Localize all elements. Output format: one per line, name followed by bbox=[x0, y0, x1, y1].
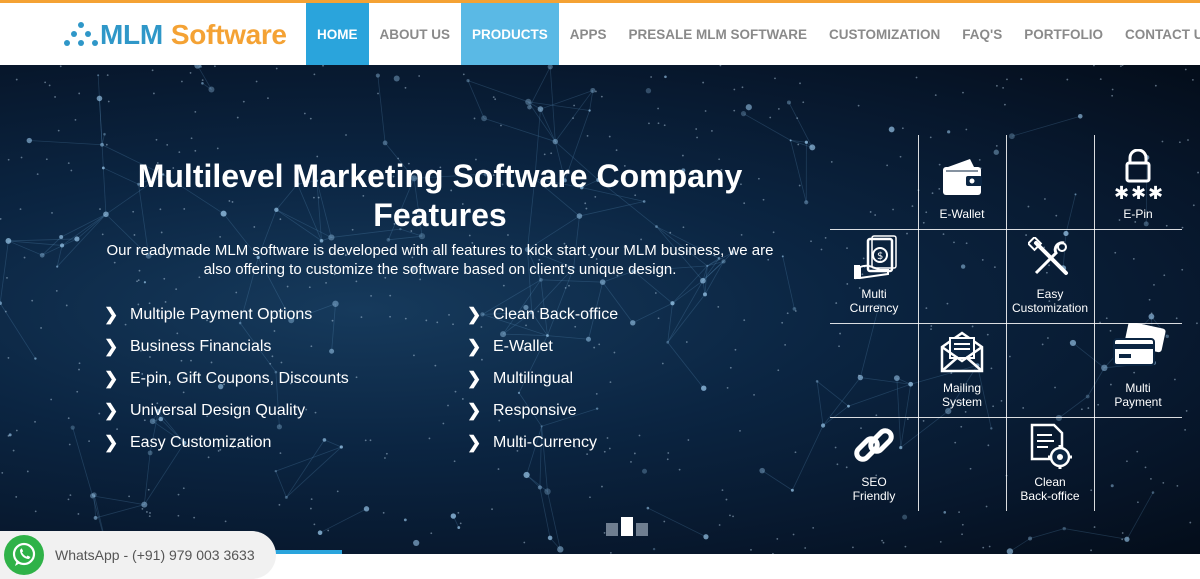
hero-subtitle-line2: also offering to customize the software … bbox=[204, 261, 677, 278]
feature-label: Responsive bbox=[493, 402, 577, 420]
link-icon bbox=[851, 423, 897, 469]
mail-icon bbox=[938, 329, 986, 375]
hero-slider: Multilevel Marketing Software Company Fe… bbox=[0, 65, 1200, 554]
nav-faqs[interactable]: FAQ'S bbox=[951, 3, 1013, 65]
grid-label: Multi bbox=[861, 287, 886, 301]
site-header: MLM Software HOME ABOUT US PRODUCTS APPS … bbox=[0, 3, 1200, 65]
nav-contact-us[interactable]: CONTACT US bbox=[1114, 3, 1200, 65]
svg-text:✱: ✱ bbox=[1148, 183, 1163, 201]
slider-dot-active[interactable] bbox=[621, 517, 633, 536]
money-icon: $ bbox=[850, 235, 898, 281]
grid-label: Mailing bbox=[943, 381, 981, 395]
grid-cell-clean-back-office: Clean Back-office bbox=[1006, 417, 1094, 511]
svg-text:✱: ✱ bbox=[1131, 183, 1146, 201]
list-item: ❯E-Wallet bbox=[467, 331, 618, 363]
chevron-right-icon: ❯ bbox=[104, 401, 130, 421]
list-item: ❯Multi-Currency bbox=[467, 427, 618, 459]
feature-list-left: ❯Multiple Payment Options ❯Business Fina… bbox=[104, 299, 349, 459]
feature-label: Universal Design Quality bbox=[130, 402, 305, 420]
feature-label: Multiple Payment Options bbox=[130, 306, 312, 324]
list-item: ❯Easy Customization bbox=[104, 427, 349, 459]
nav-about-us[interactable]: ABOUT US bbox=[369, 3, 462, 65]
feature-label: E-Wallet bbox=[493, 338, 553, 356]
slider-dot[interactable] bbox=[636, 523, 648, 536]
lock-icon: ✱ ✱ ✱ bbox=[1108, 149, 1168, 201]
slider-dot[interactable] bbox=[606, 523, 618, 536]
whatsapp-label: WhatsApp - (+91) 979 003 3633 bbox=[55, 547, 255, 563]
nav-portfolio[interactable]: PORTFOLIO bbox=[1013, 3, 1114, 65]
svg-text:✱: ✱ bbox=[1114, 183, 1129, 201]
chevron-right-icon: ❯ bbox=[467, 401, 493, 421]
chevron-right-icon: ❯ bbox=[104, 305, 130, 325]
hero-subtitle: Our readymade MLM software is developed … bbox=[80, 241, 800, 279]
chevron-right-icon: ❯ bbox=[104, 337, 130, 357]
main-nav: HOME ABOUT US PRODUCTS APPS PRESALE MLM … bbox=[306, 3, 1200, 65]
chevron-right-icon: ❯ bbox=[467, 369, 493, 389]
hero-subtitle-line1: Our readymade MLM software is developed … bbox=[107, 242, 774, 259]
grid-label: Easy bbox=[1037, 287, 1064, 301]
feature-label: Business Financials bbox=[130, 338, 271, 356]
whatsapp-icon bbox=[4, 535, 44, 575]
grid-label: E-Wallet bbox=[940, 207, 985, 221]
nav-presale-mlm-software[interactable]: PRESALE MLM SOFTWARE bbox=[618, 3, 819, 65]
grid-label: E-Pin bbox=[1123, 207, 1152, 221]
document-gear-icon bbox=[1026, 423, 1074, 469]
hero-title-line2: Features bbox=[373, 197, 506, 233]
grid-label: Clean bbox=[1034, 475, 1065, 489]
feature-label: Clean Back-office bbox=[493, 306, 618, 324]
grid-cell-mailing-system: Mailing System bbox=[918, 323, 1006, 417]
chevron-right-icon: ❯ bbox=[104, 369, 130, 389]
logo-mlm: MLM bbox=[100, 19, 163, 50]
feature-label: Multi-Currency bbox=[493, 434, 597, 452]
credit-cards-icon bbox=[1108, 323, 1168, 375]
nav-products[interactable]: PRODUCTS bbox=[461, 3, 559, 65]
wallet-icon bbox=[940, 157, 984, 201]
chevron-right-icon: ❯ bbox=[467, 337, 493, 357]
hero-title: Multilevel Marketing Software Company Fe… bbox=[80, 157, 800, 235]
grid-label: Friendly bbox=[853, 489, 896, 503]
list-item: ❯Multilingual bbox=[467, 363, 618, 395]
nav-customization[interactable]: CUSTOMIZATION bbox=[818, 3, 951, 65]
site-logo[interactable]: MLM Software bbox=[64, 13, 287, 57]
feature-list-right: ❯Clean Back-office ❯E-Wallet ❯Multilingu… bbox=[467, 299, 618, 459]
hero-title-line1: Multilevel Marketing Software Company bbox=[138, 158, 743, 194]
grid-label: Payment bbox=[1114, 395, 1161, 409]
grid-label: System bbox=[942, 395, 982, 409]
list-item: ❯Business Financials bbox=[104, 331, 349, 363]
feature-label: E-pin, Gift Coupons, Discounts bbox=[130, 370, 349, 388]
feature-label: Multilingual bbox=[493, 370, 573, 388]
tools-icon bbox=[1028, 237, 1072, 281]
nav-apps[interactable]: APPS bbox=[559, 3, 618, 65]
grid-label: Customization bbox=[1012, 301, 1088, 315]
chevron-right-icon: ❯ bbox=[467, 305, 493, 325]
grid-cell-multi-currency: $ Multi Currency bbox=[830, 229, 918, 323]
list-item: ❯Universal Design Quality bbox=[104, 395, 349, 427]
logo-dots-icon bbox=[64, 20, 98, 50]
feature-label: Easy Customization bbox=[130, 434, 271, 452]
list-item: ❯Multiple Payment Options bbox=[104, 299, 349, 331]
feature-grid: E-Wallet ✱ ✱ ✱ E-Pin $ Multi bbox=[830, 135, 1182, 511]
logo-software: Software bbox=[171, 19, 287, 50]
grid-cell-ewallet: E-Wallet bbox=[918, 135, 1006, 229]
grid-cell-seo-friendly: SEO Friendly bbox=[830, 417, 918, 511]
svg-text:$: $ bbox=[877, 251, 883, 262]
logo-text: MLM Software bbox=[100, 19, 287, 51]
grid-label: Back-office bbox=[1020, 489, 1079, 503]
grid-cell-epin: ✱ ✱ ✱ E-Pin bbox=[1094, 135, 1182, 229]
list-item: ❯E-pin, Gift Coupons, Discounts bbox=[104, 363, 349, 395]
chevron-right-icon: ❯ bbox=[467, 433, 493, 453]
nav-home[interactable]: HOME bbox=[306, 3, 369, 65]
list-item: ❯Clean Back-office bbox=[467, 299, 618, 331]
grid-label: Currency bbox=[850, 301, 899, 315]
slider-pagination bbox=[606, 517, 648, 536]
grid-cell-easy-customization: Easy Customization bbox=[1006, 229, 1094, 323]
chevron-right-icon: ❯ bbox=[104, 433, 130, 453]
list-item: ❯Responsive bbox=[467, 395, 618, 427]
grid-cell-multi-payment: Multi Payment bbox=[1094, 323, 1182, 417]
grid-label: Multi bbox=[1125, 381, 1150, 395]
grid-label: SEO bbox=[861, 475, 886, 489]
